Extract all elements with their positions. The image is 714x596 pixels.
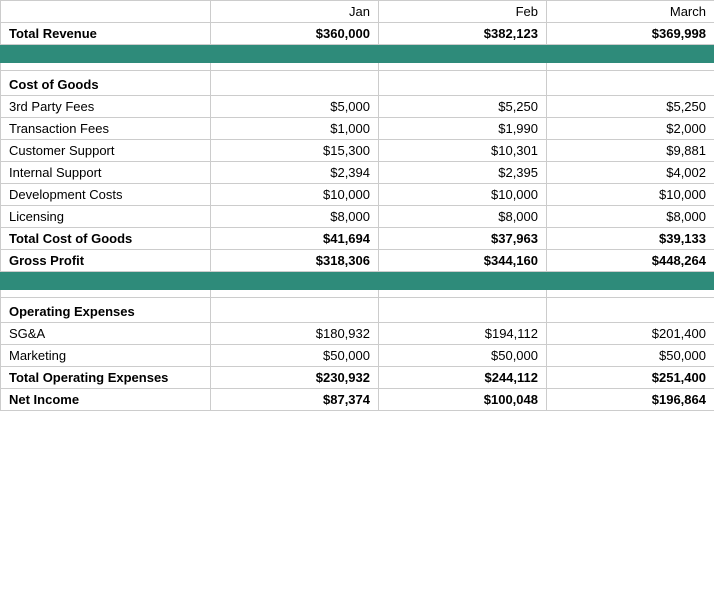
row-label: Internal Support (1, 162, 211, 184)
row-value-jan: $10,000 (211, 184, 379, 206)
header-row: Jan Feb March (1, 1, 714, 23)
row-value-jan: $41,694 (211, 228, 379, 250)
row-label: Customer Support (1, 140, 211, 162)
row-value-jan: $180,932 (211, 323, 379, 345)
row-value-feb: $382,123 (379, 23, 547, 45)
section-header-mar (547, 298, 714, 323)
data-row: Marketing$50,000$50,000$50,000 (1, 345, 714, 367)
row-label: Transaction Fees (1, 118, 211, 140)
row-label: Development Costs (1, 184, 211, 206)
section-header-row: Operating Expenses (1, 298, 714, 323)
row-value-mar: $251,400 (547, 367, 714, 389)
row-value-mar: $448,264 (547, 250, 714, 272)
row-value-mar: $9,881 (547, 140, 714, 162)
bold-data-row: Net Income$87,374$100,048$196,864 (1, 389, 714, 411)
financial-table: Jan Feb March Total Revenue$360,000$382,… (0, 0, 714, 411)
section-header-jan (211, 298, 379, 323)
section-header-feb (379, 298, 547, 323)
row-value-feb: $244,112 (379, 367, 547, 389)
row-label: 3rd Party Fees (1, 96, 211, 118)
row-label: Total Cost of Goods (1, 228, 211, 250)
section-header-label: Operating Expenses (1, 298, 211, 323)
row-value-jan: $5,000 (211, 96, 379, 118)
empty-row (1, 290, 714, 298)
row-value-jan: $1,000 (211, 118, 379, 140)
row-value-feb: $5,250 (379, 96, 547, 118)
teal-separator-row (1, 45, 714, 63)
header-label (1, 1, 211, 23)
row-label: SG&A (1, 323, 211, 345)
data-row: Customer Support$15,300$10,301$9,881 (1, 140, 714, 162)
row-value-feb: $50,000 (379, 345, 547, 367)
row-value-feb: $8,000 (379, 206, 547, 228)
bold-data-row: Total Operating Expenses$230,932$244,112… (1, 367, 714, 389)
header-jan: Jan (211, 1, 379, 23)
row-value-mar: $10,000 (547, 184, 714, 206)
row-label: Marketing (1, 345, 211, 367)
row-label: Total Revenue (1, 23, 211, 45)
data-row: Development Costs$10,000$10,000$10,000 (1, 184, 714, 206)
row-value-feb: $10,000 (379, 184, 547, 206)
row-value-jan: $2,394 (211, 162, 379, 184)
row-value-jan: $50,000 (211, 345, 379, 367)
row-value-mar: $201,400 (547, 323, 714, 345)
row-value-mar: $369,998 (547, 23, 714, 45)
row-value-feb: $344,160 (379, 250, 547, 272)
section-header-row: Cost of Goods (1, 71, 714, 96)
data-row: Licensing$8,000$8,000$8,000 (1, 206, 714, 228)
row-value-mar: $39,133 (547, 228, 714, 250)
row-label: Licensing (1, 206, 211, 228)
header-march: March (547, 1, 714, 23)
row-value-mar: $2,000 (547, 118, 714, 140)
row-value-mar: $5,250 (547, 96, 714, 118)
row-label: Total Operating Expenses (1, 367, 211, 389)
bold-data-row: Total Cost of Goods$41,694$37,963$39,133 (1, 228, 714, 250)
row-value-jan: $15,300 (211, 140, 379, 162)
row-value-feb: $2,395 (379, 162, 547, 184)
section-header-jan (211, 71, 379, 96)
row-value-jan: $87,374 (211, 389, 379, 411)
bold-data-row: Total Revenue$360,000$382,123$369,998 (1, 23, 714, 45)
empty-row (1, 63, 714, 71)
data-row: 3rd Party Fees$5,000$5,250$5,250 (1, 96, 714, 118)
bold-data-row: Gross Profit$318,306$344,160$448,264 (1, 250, 714, 272)
row-value-mar: $4,002 (547, 162, 714, 184)
row-value-jan: $230,932 (211, 367, 379, 389)
row-label: Net Income (1, 389, 211, 411)
row-value-jan: $8,000 (211, 206, 379, 228)
section-header-label: Cost of Goods (1, 71, 211, 96)
row-value-mar: $8,000 (547, 206, 714, 228)
row-value-mar: $50,000 (547, 345, 714, 367)
section-header-feb (379, 71, 547, 96)
row-value-jan: $318,306 (211, 250, 379, 272)
data-row: Internal Support$2,394$2,395$4,002 (1, 162, 714, 184)
row-value-feb: $37,963 (379, 228, 547, 250)
row-value-jan: $360,000 (211, 23, 379, 45)
row-value-mar: $196,864 (547, 389, 714, 411)
row-value-feb: $1,990 (379, 118, 547, 140)
row-label: Gross Profit (1, 250, 211, 272)
data-row: Transaction Fees$1,000$1,990$2,000 (1, 118, 714, 140)
row-value-feb: $10,301 (379, 140, 547, 162)
header-feb: Feb (379, 1, 547, 23)
row-value-feb: $194,112 (379, 323, 547, 345)
data-row: SG&A$180,932$194,112$201,400 (1, 323, 714, 345)
row-value-feb: $100,048 (379, 389, 547, 411)
teal-separator-row (1, 272, 714, 290)
section-header-mar (547, 71, 714, 96)
